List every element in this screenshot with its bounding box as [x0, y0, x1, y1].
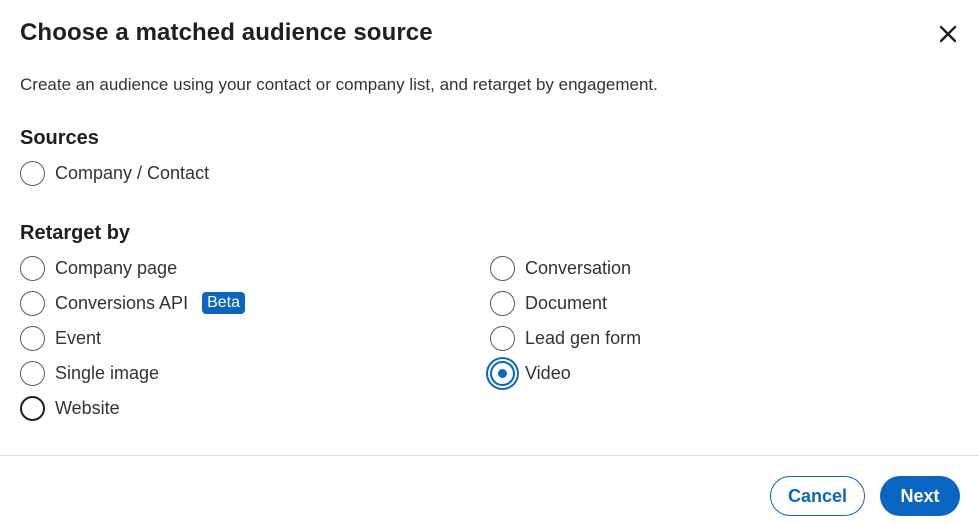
matched-audience-dialog: Choose a matched audience source Create …	[0, 0, 979, 524]
radio-label: Company page	[55, 257, 178, 278]
radio-label: Document	[525, 292, 608, 313]
cancel-button[interactable]: Cancel	[770, 476, 865, 516]
dialog-title: Choose a matched audience source	[20, 19, 433, 46]
radio-button[interactable]	[490, 290, 515, 316]
radio-label: Website	[55, 397, 120, 418]
radio-label: Single image	[55, 362, 160, 383]
footer-divider	[0, 455, 979, 456]
radio-button[interactable]	[490, 325, 515, 351]
radio-label: Event	[55, 327, 102, 348]
radio-button[interactable]	[20, 395, 45, 421]
beta-badge: Beta	[202, 292, 245, 314]
radio-button[interactable]	[20, 160, 45, 186]
close-button[interactable]	[936, 22, 960, 46]
radio-button[interactable]	[20, 255, 45, 281]
radio-label: Video	[525, 362, 571, 383]
radio-website[interactable]: Website	[20, 394, 120, 422]
radio-button[interactable]	[20, 360, 45, 386]
close-icon	[939, 25, 957, 43]
radio-button[interactable]	[490, 255, 515, 281]
sources-heading: Sources	[20, 127, 99, 149]
next-button[interactable]: Next	[880, 476, 960, 516]
dialog-subtitle: Create an audience using your contact or…	[20, 75, 658, 94]
radio-document[interactable]: Document	[490, 289, 607, 317]
radio-event[interactable]: Event	[20, 324, 101, 352]
radio-conversions-api[interactable]: Conversions API Beta	[20, 289, 245, 317]
radio-label: Lead gen form	[525, 327, 642, 348]
radio-conversation[interactable]: Conversation	[490, 254, 631, 282]
radio-single-image[interactable]: Single image	[20, 359, 159, 387]
radio-button-selected[interactable]	[490, 360, 515, 386]
radio-lead-gen-form[interactable]: Lead gen form	[490, 324, 641, 352]
radio-button[interactable]	[20, 325, 45, 351]
radio-label: Conversions API	[55, 292, 189, 313]
retarget-heading: Retarget by	[20, 222, 131, 244]
radio-button[interactable]	[20, 290, 45, 316]
radio-company-contact[interactable]: Company / Contact	[20, 159, 209, 187]
radio-company-page[interactable]: Company page	[20, 254, 177, 282]
radio-label: Company / Contact	[55, 162, 210, 183]
radio-label: Conversation	[525, 257, 632, 278]
radio-video[interactable]: Video	[490, 359, 571, 387]
